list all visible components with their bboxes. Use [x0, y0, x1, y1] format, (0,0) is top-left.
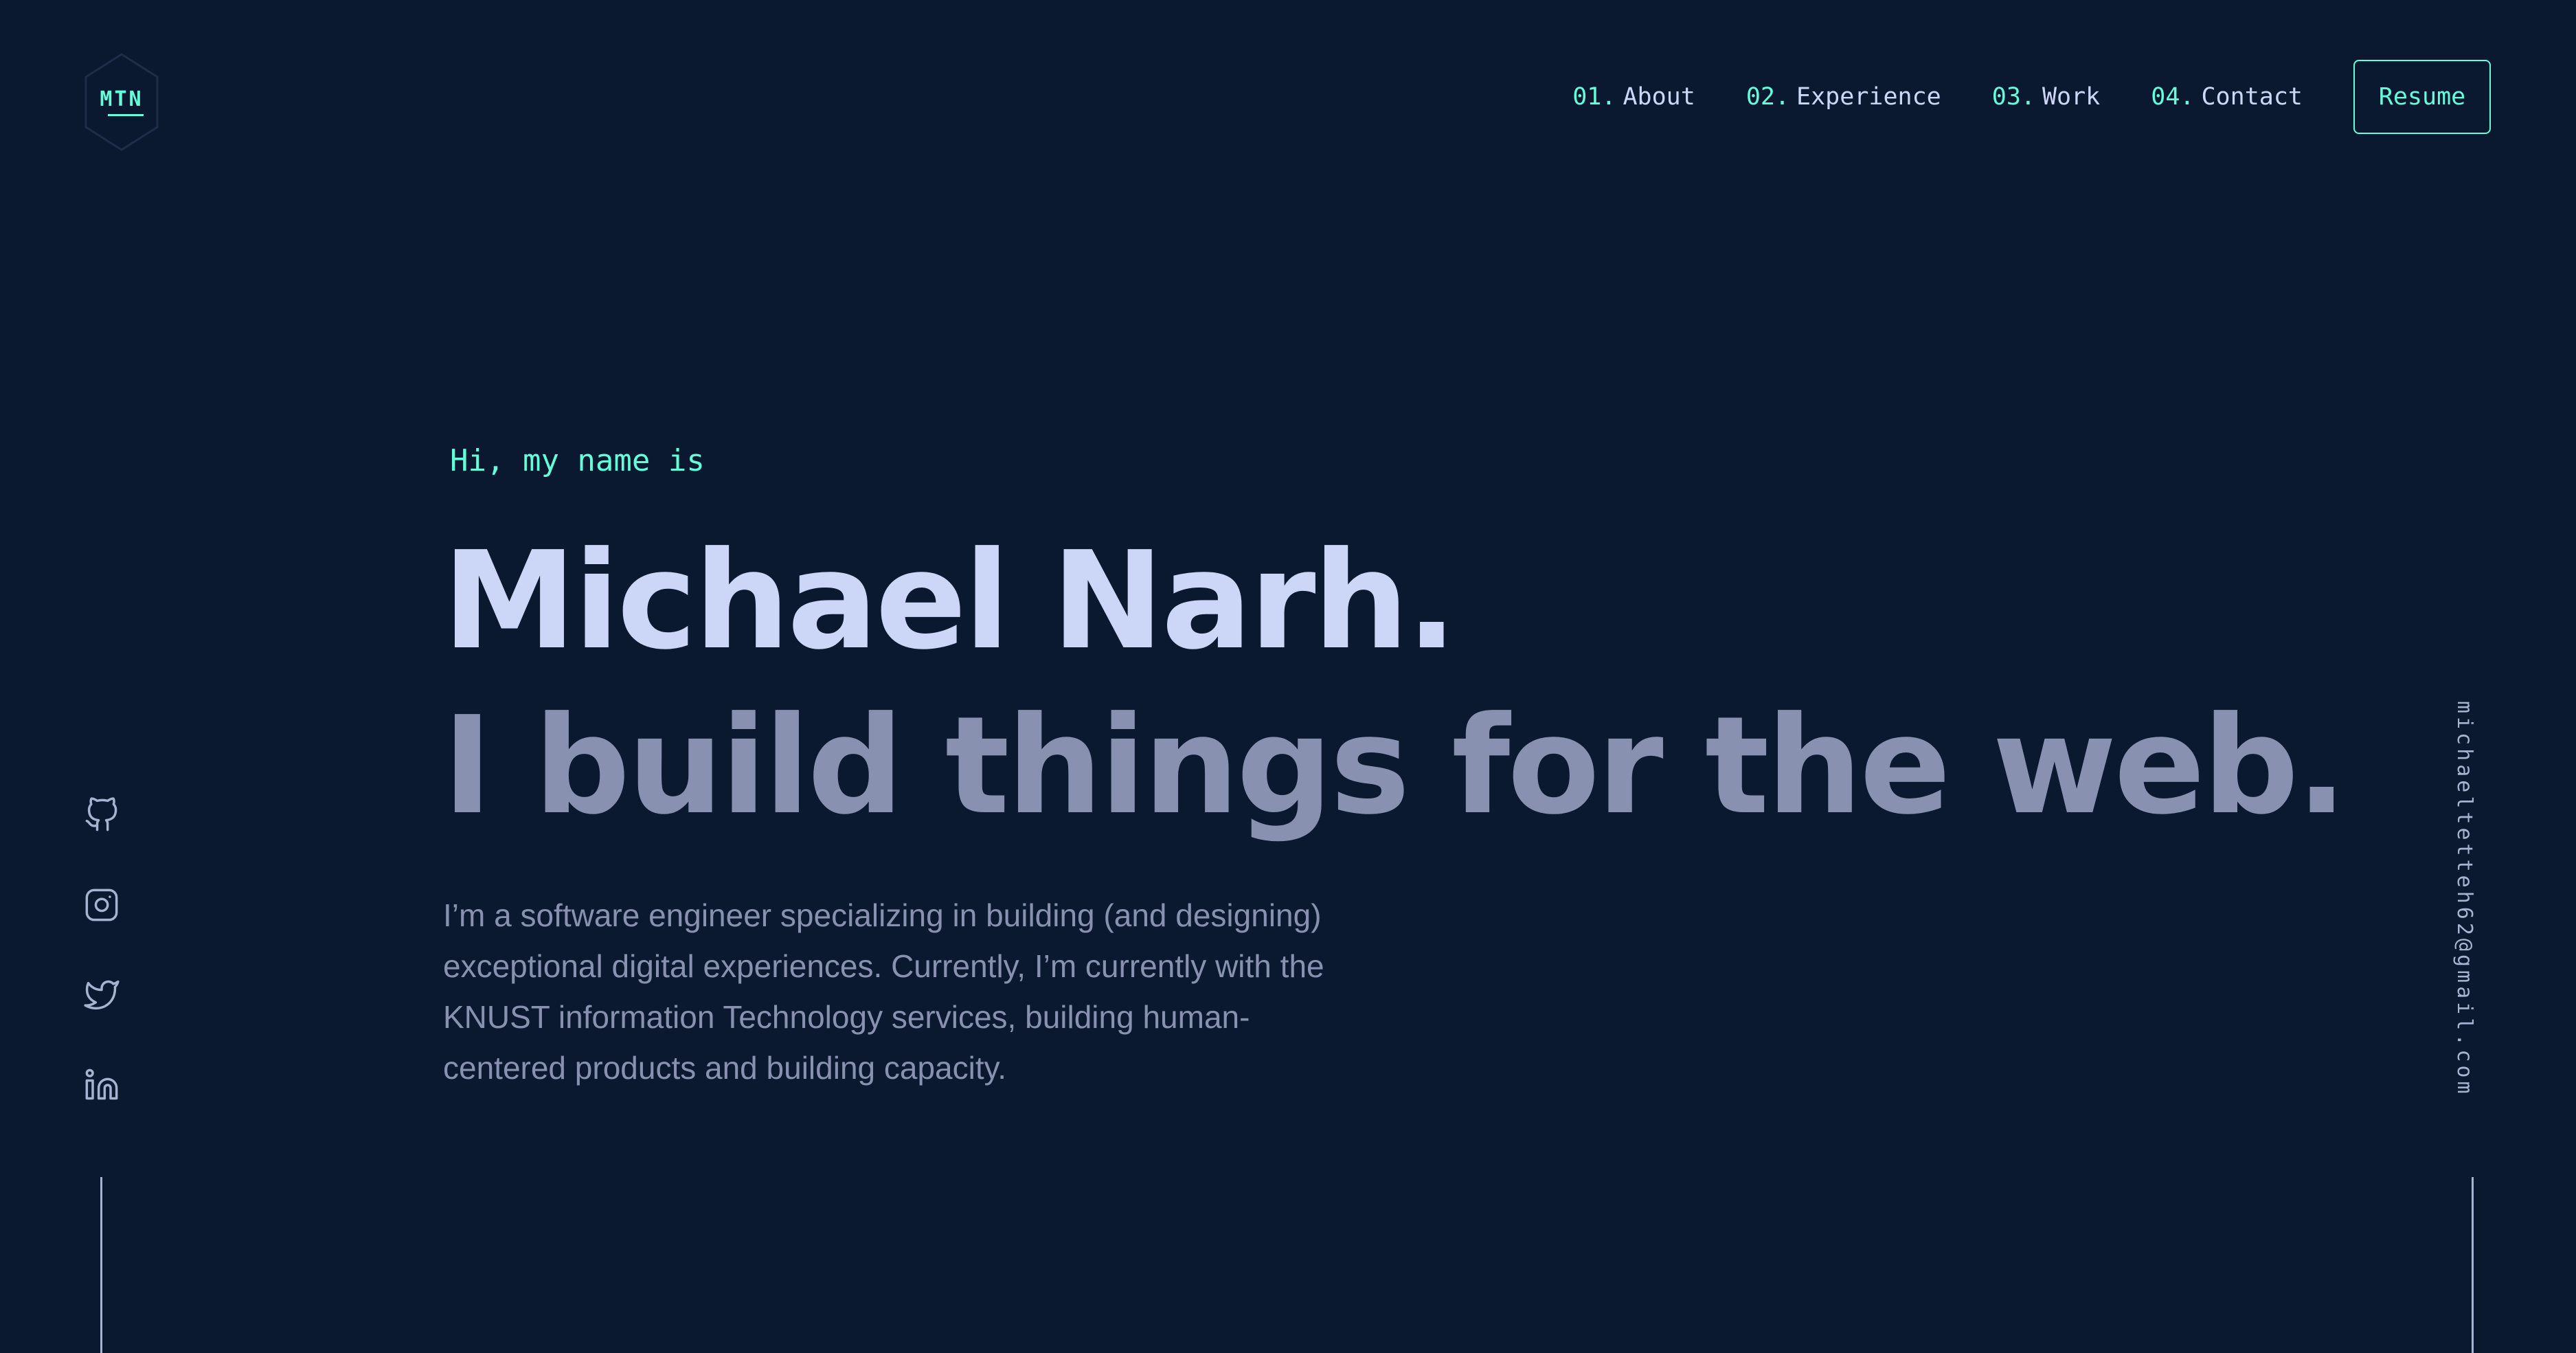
logo-text: MTN	[100, 87, 144, 111]
hero-name: Michael Narh.	[442, 523, 1458, 680]
hero-greeting: Hi, my name is	[450, 443, 705, 478]
linkedin-icon	[85, 1069, 118, 1100]
nav-item-label: Contact	[2201, 83, 2303, 111]
twitter-link[interactable]	[84, 977, 120, 1013]
email-link[interactable]: michaeltetteh62@gmail.com	[2452, 701, 2476, 1097]
github-icon	[85, 797, 117, 831]
nav-item-label: About	[1623, 83, 1695, 111]
nav-item-contact[interactable]: 04. Contact	[2151, 83, 2303, 111]
social-links	[84, 797, 120, 1157]
linkedin-link[interactable]	[84, 1067, 120, 1103]
right-vertical-line	[2472, 1177, 2474, 1353]
nav-item-label: Work	[2042, 83, 2101, 111]
nav-item-number: 04.	[2151, 83, 2195, 111]
nav-item-work[interactable]: 03. Work	[1992, 83, 2101, 111]
hero-intro: I’m a software engineer specializing in …	[443, 897, 1324, 1086]
instagram-icon	[85, 888, 118, 921]
nav-item-label: Experience	[1796, 83, 1941, 111]
instagram-link[interactable]	[84, 887, 120, 923]
logo[interactable]: MTN	[80, 52, 163, 152]
left-vertical-line	[100, 1177, 102, 1353]
github-link[interactable]	[84, 797, 120, 833]
top-nav: 01. About 02. Experience 03. Work 04. Contac…	[1572, 58, 2576, 135]
nav-item-number: 01.	[1572, 83, 1616, 111]
resume-button[interactable]: Resume	[2353, 60, 2491, 134]
twitter-icon	[84, 980, 120, 1009]
nav-item-experience[interactable]: 02. Experience	[1746, 83, 1941, 111]
nav-item-about[interactable]: 01. About	[1572, 83, 1695, 111]
nav-item-number: 02.	[1745, 83, 1790, 111]
hero-tagline: I build things for the web.	[442, 688, 2347, 845]
nav-item-number: 03.	[1991, 83, 2035, 111]
logo-underline	[108, 114, 144, 116]
